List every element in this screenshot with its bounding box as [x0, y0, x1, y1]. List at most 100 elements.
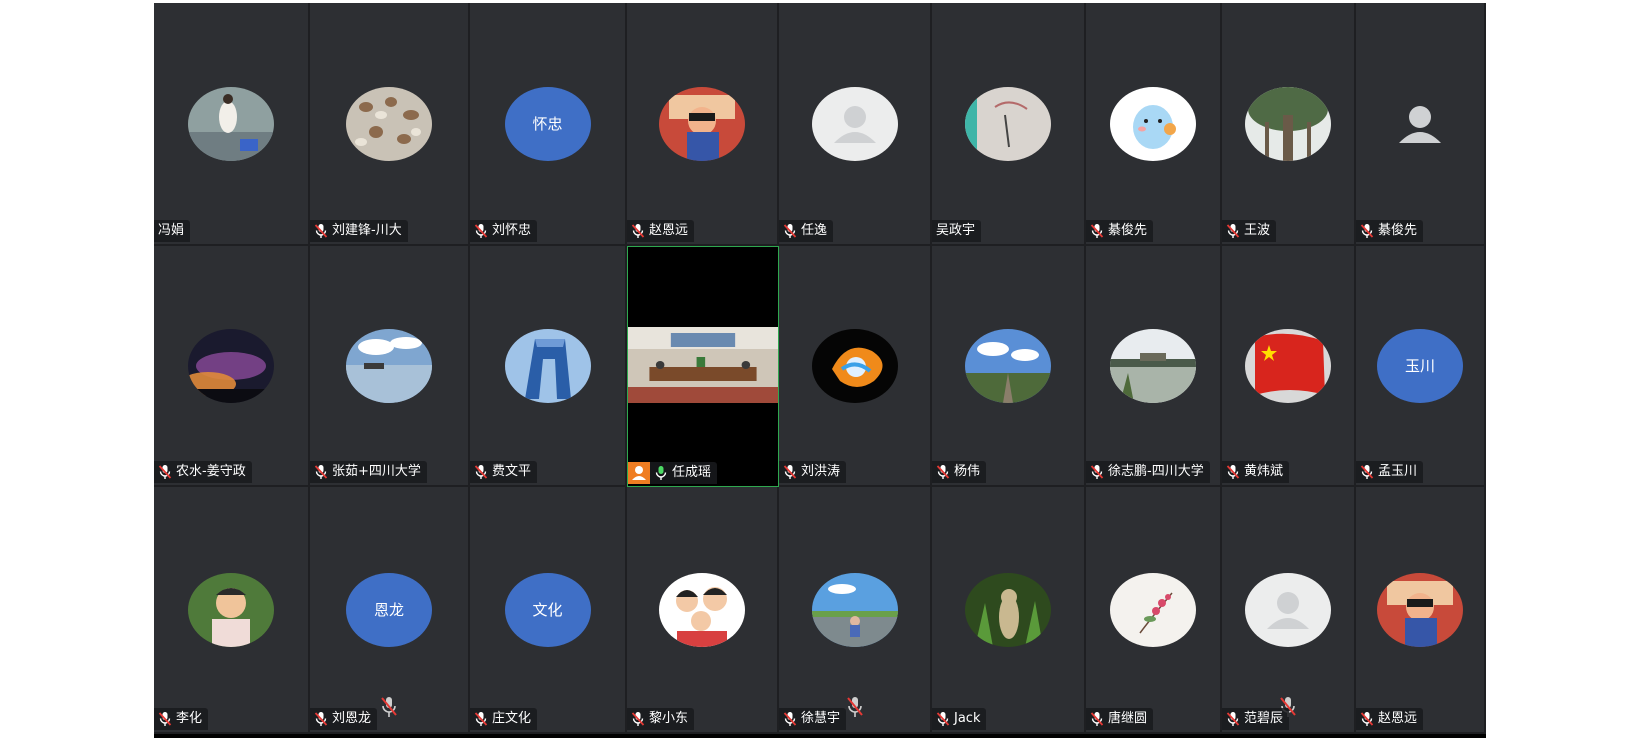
participant-name: 赵恩远	[1378, 711, 1418, 726]
muted-mic-icon	[631, 223, 645, 239]
participant-tile[interactable]: 唐继圆	[1086, 487, 1222, 734]
muted-mic-icon	[1226, 464, 1240, 480]
avatar	[1110, 328, 1196, 403]
participant-nameplate: 綦俊先	[1086, 220, 1154, 242]
muted-mic-icon	[314, 711, 328, 727]
muted-mic-icon	[1360, 464, 1374, 480]
avatar	[811, 328, 898, 403]
muted-mic-icon	[474, 223, 488, 239]
participant-name: 刘怀忠	[492, 223, 532, 238]
participant-tile[interactable]: 黎小东	[627, 487, 779, 734]
participant-name: 张茹+四川大学	[332, 464, 421, 479]
participant-tile[interactable]: 冯娟	[154, 3, 310, 246]
participant-nameplate: 赵恩远	[1356, 708, 1424, 730]
avatar	[659, 572, 745, 647]
person-icon	[628, 462, 650, 484]
muted-mic-icon	[1360, 223, 1374, 239]
participant-nameplate: 孟玉川	[1356, 461, 1424, 483]
muted-mic-icon	[846, 696, 863, 718]
participant-tile[interactable]: 赵恩远	[627, 3, 779, 246]
participant-name: 李化	[176, 711, 203, 726]
muted-mic-icon	[631, 711, 645, 727]
participant-nameplate: 李化	[154, 708, 209, 730]
participant-nameplate: 徐慧宇	[779, 708, 847, 730]
participant-tile[interactable]: 吴政宇	[932, 3, 1086, 246]
participant-name: 赵恩远	[649, 223, 689, 238]
participant-name: 杨伟	[954, 464, 981, 479]
participant-tile[interactable]: 徐慧宇	[779, 487, 932, 734]
participant-tile[interactable]: 文化 庄文化	[470, 487, 627, 734]
avatar-initials: 怀忠	[504, 86, 591, 161]
muted-mic-icon	[1360, 711, 1374, 727]
participant-nameplate: 黎小东	[627, 708, 695, 730]
participant-name: 费文平	[492, 464, 532, 479]
participant-name: 庄文化	[492, 711, 532, 726]
participant-nameplate: 任逸	[779, 220, 834, 242]
participant-name: 任逸	[801, 223, 828, 238]
participant-nameplate: 徐志鹏-四川大学	[1086, 461, 1210, 483]
avatar	[1110, 86, 1196, 161]
participant-tile[interactable]: 任逸	[779, 3, 932, 246]
participant-nameplate: 赵恩远	[627, 220, 695, 242]
participant-tile[interactable]: 黄炜斌	[1222, 246, 1356, 487]
avatar-initials: 玉川	[1377, 328, 1463, 403]
participant-tile[interactable]: 怀忠刘怀忠	[470, 3, 627, 246]
participant-tile[interactable]: 刘洪涛	[779, 246, 932, 487]
participant-name: 徐慧宇	[801, 711, 841, 726]
muted-mic-icon	[1090, 223, 1104, 239]
muted-mic-icon	[474, 711, 488, 727]
participant-tile[interactable]: 范碧辰	[1222, 487, 1356, 734]
participant-nameplate: 吴政宇	[932, 220, 982, 242]
avatar	[188, 572, 274, 647]
participant-tile[interactable]: 綦俊先	[1086, 3, 1222, 246]
participant-nameplate: 唐继圆	[1086, 708, 1154, 730]
avatar	[659, 86, 745, 161]
participant-name: 农水-姜守政	[176, 464, 246, 479]
participant-name: 刘建锋-川大	[332, 223, 402, 238]
participant-name: 綦俊先	[1108, 223, 1148, 238]
default-user-icon	[811, 86, 898, 161]
participant-nameplate: 农水-姜守政	[154, 461, 252, 483]
participant-tile[interactable]: 杨伟	[932, 246, 1086, 487]
participant-nameplate: 庄文化	[470, 708, 538, 730]
participant-name: 范碧辰	[1244, 711, 1284, 726]
muted-mic-icon	[783, 223, 797, 239]
participant-nameplate: 綦俊先	[1356, 220, 1424, 242]
participant-tile[interactable]: 李化	[154, 487, 310, 734]
muted-mic-icon	[1226, 223, 1240, 239]
video-conference-grid: 冯娟 刘建锋-川大 怀忠 刘怀忠 赵恩远 任逸 吴政宇 綦俊先 王波 綦俊先 农水-姜守政 张茹+四川…	[154, 3, 1486, 738]
participant-tile[interactable]: 赵恩远	[1356, 487, 1486, 734]
avatar	[188, 328, 274, 403]
participant-tile[interactable]: 刘建锋-川大	[310, 3, 470, 246]
avatar	[965, 572, 1051, 647]
participant-tile[interactable]: 张茹+四川大学	[310, 246, 470, 487]
participant-tile[interactable]: 农水-姜守政	[154, 246, 310, 487]
participant-nameplate: 费文平	[470, 461, 538, 483]
participant-tile[interactable]: Jack	[932, 487, 1086, 734]
participant-tile[interactable]: 綦俊先	[1356, 3, 1486, 246]
participant-tile[interactable]: 王波	[1222, 3, 1356, 246]
participant-nameplate: 刘建锋-川大	[310, 220, 408, 242]
participant-name: 唐继圆	[1108, 711, 1148, 726]
participant-nameplate: 任成瑶	[628, 462, 718, 484]
microphone-icon	[654, 465, 668, 481]
participant-tile[interactable]: 玉川 孟玉川	[1356, 246, 1486, 487]
avatar	[346, 86, 432, 161]
muted-mic-icon	[783, 464, 797, 480]
participant-name: 綦俊先	[1378, 223, 1418, 238]
participant-tile[interactable]: 徐志鹏-四川大学	[1086, 246, 1222, 487]
participant-name: 刘洪涛	[801, 464, 841, 479]
participant-tile[interactable]: 费文平	[470, 246, 627, 487]
avatar	[1377, 572, 1463, 647]
participant-name: 黄炜斌	[1244, 464, 1284, 479]
avatar	[346, 328, 432, 403]
participant-tile[interactable]: 任成瑶	[627, 246, 779, 487]
participant-nameplate: 刘恩龙	[310, 708, 378, 730]
participant-name: 黎小东	[649, 711, 689, 726]
avatar-initials: 恩龙	[346, 572, 432, 647]
participant-nameplate: 杨伟	[932, 461, 987, 483]
participant-name: 孟玉川	[1378, 464, 1418, 479]
participant-nameplate: 冯娟	[154, 220, 191, 242]
participant-tile[interactable]: 恩龙刘恩龙	[310, 487, 470, 734]
participant-name: 吴政宇	[936, 223, 976, 238]
